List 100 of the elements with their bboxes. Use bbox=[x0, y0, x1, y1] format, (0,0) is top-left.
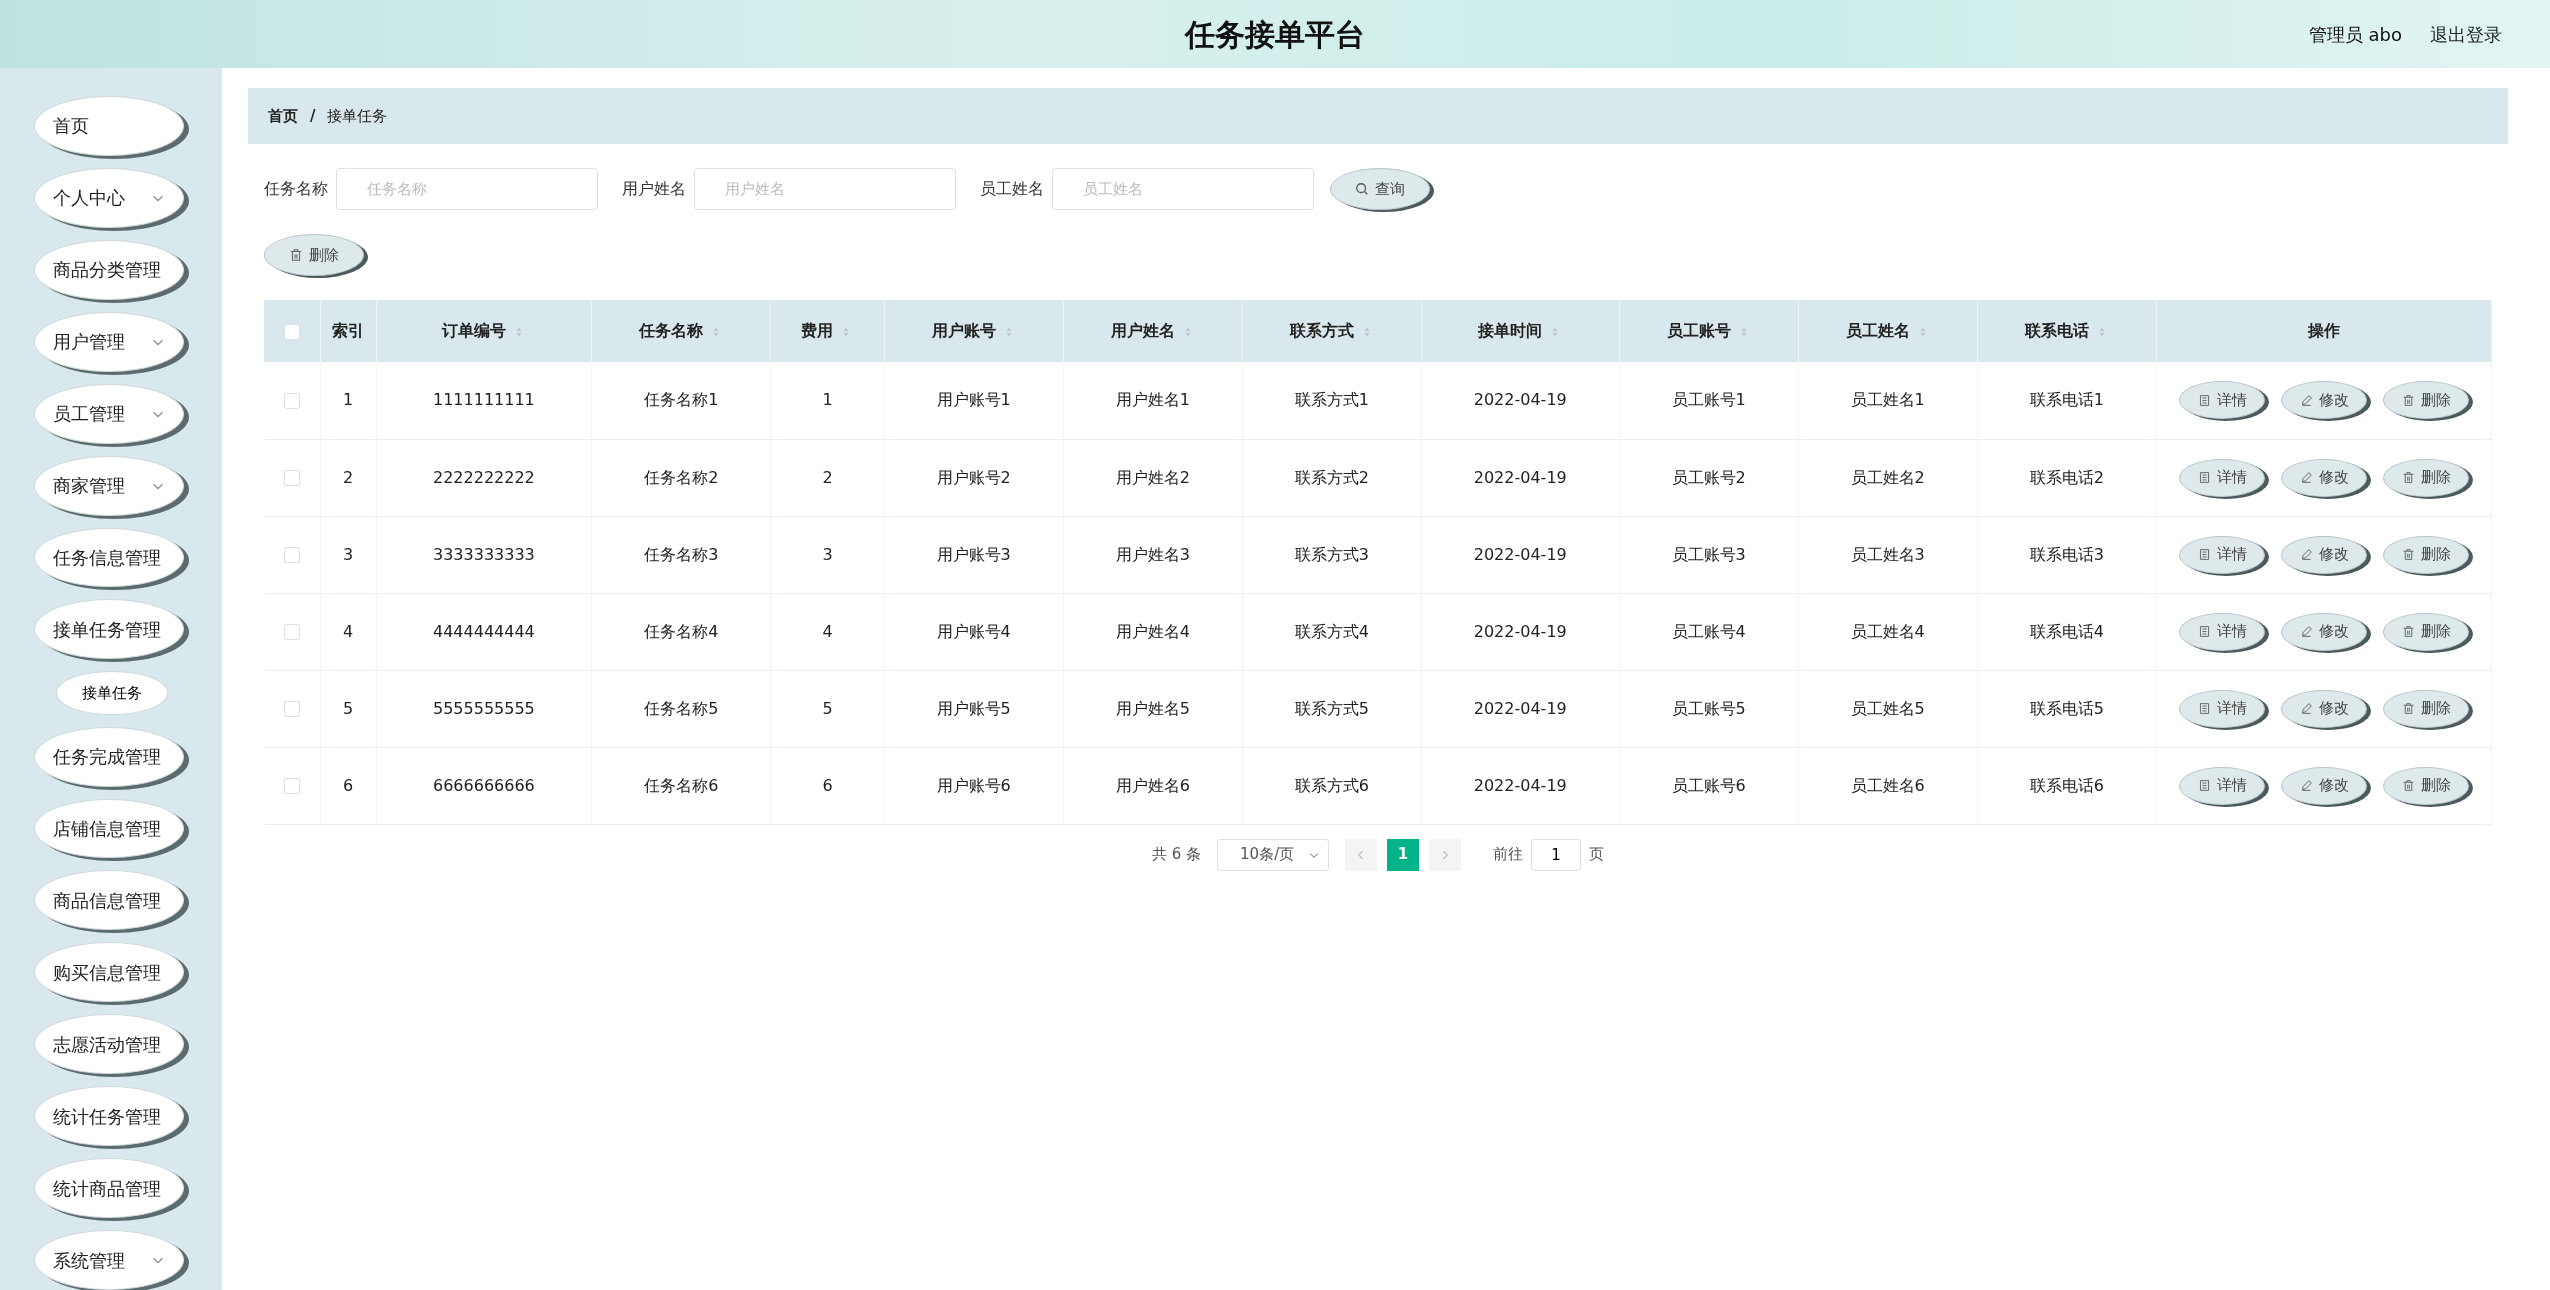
table-cell: 3 bbox=[342, 544, 354, 564]
page-number-field[interactable]: 1 bbox=[1531, 838, 1582, 871]
table-cell: 联系方式3 bbox=[1294, 544, 1369, 564]
table-cell: 2022-04-19 bbox=[1473, 544, 1567, 564]
row-checkbox[interactable] bbox=[283, 547, 300, 563]
delete-button[interactable]: 删除 bbox=[264, 234, 364, 276]
edit-button[interactable]: 修改 bbox=[2281, 612, 2367, 651]
table-cell: 联系电话3 bbox=[2029, 544, 2104, 564]
edit-button[interactable]: 修改 bbox=[2281, 381, 2367, 420]
table-cell: 联系电话4 bbox=[2029, 621, 2104, 641]
row-checkbox[interactable] bbox=[283, 392, 300, 409]
table-cell: 员工账号4 bbox=[1671, 621, 1746, 641]
delete-button[interactable]: 删除 bbox=[2383, 766, 2469, 805]
table-cell: 员工姓名4 bbox=[1850, 621, 1925, 641]
table-cell: 6 bbox=[822, 775, 833, 795]
edit-button[interactable]: 修改 bbox=[2281, 535, 2367, 574]
table-cell: 1111111111 bbox=[433, 390, 535, 410]
table-cell: 员工账号2 bbox=[1671, 467, 1746, 487]
edit-button[interactable]: 修改 bbox=[2281, 458, 2367, 497]
table-cell: 用户姓名3 bbox=[1115, 544, 1190, 564]
search-field[interactable]: 员工姓名 bbox=[1052, 168, 1314, 210]
table-cell: 2 bbox=[822, 467, 833, 487]
trash-icon bbox=[2401, 548, 2415, 561]
table-cell: 联系电话6 bbox=[2029, 775, 2104, 795]
delete-button[interactable]: 删除 bbox=[2383, 535, 2469, 574]
table-cell: 任务名称6 bbox=[644, 775, 719, 795]
table-cell: 6 bbox=[342, 775, 354, 795]
table-cell: 任务名称5 bbox=[644, 698, 719, 718]
pencil-icon bbox=[2299, 393, 2313, 407]
submenu-item[interactable]: 接单任务 bbox=[56, 671, 168, 715]
breadcrumb-item[interactable]: 首页 bbox=[268, 104, 298, 128]
row-checkbox[interactable] bbox=[283, 470, 300, 486]
table-cell: 联系方式4 bbox=[1294, 621, 1369, 641]
delete-button[interactable]: 删除 bbox=[2383, 458, 2469, 497]
column-header[interactable]: 员工姓名 bbox=[1845, 321, 1910, 340]
page-suffix: 页 bbox=[1589, 844, 1605, 866]
table-cell: 联系方式2 bbox=[1294, 467, 1369, 487]
table-cell: 3333333333 bbox=[433, 544, 535, 564]
table-cell: 员工账号6 bbox=[1671, 775, 1746, 795]
delete-button[interactable]: 删除 bbox=[2383, 381, 2469, 420]
details-button[interactable]: 详情 bbox=[2179, 689, 2265, 728]
field-label: 任务名称 bbox=[264, 178, 328, 200]
field-label: 用户姓名 bbox=[622, 178, 686, 200]
table-cell: 4 bbox=[342, 621, 354, 641]
trash-icon bbox=[289, 248, 303, 262]
column-header[interactable]: 员工账号 bbox=[1666, 321, 1731, 340]
table-cell: 2022-04-19 bbox=[1473, 390, 1567, 410]
details-button[interactable]: 详情 bbox=[2179, 766, 2265, 805]
column-header[interactable]: 用户账号 bbox=[931, 321, 996, 340]
table-cell: 用户账号1 bbox=[936, 390, 1011, 410]
column-header[interactable]: 操作 bbox=[2308, 321, 2340, 340]
table-cell: 员工姓名3 bbox=[1850, 544, 1925, 564]
table-cell: 任务名称4 bbox=[644, 621, 719, 641]
details-button[interactable]: 详情 bbox=[2179, 612, 2265, 651]
details-button[interactable]: 详情 bbox=[2179, 535, 2265, 574]
table-cell: 用户姓名1 bbox=[1115, 390, 1190, 410]
column-header[interactable]: 用户姓名 bbox=[1110, 321, 1175, 340]
table-cell: 联系电话1 bbox=[2029, 390, 2104, 410]
next-page-button[interactable] bbox=[1429, 838, 1462, 871]
page-size-select[interactable]: 10条/页 bbox=[1217, 838, 1330, 871]
row-checkbox[interactable] bbox=[283, 701, 300, 717]
table-cell: 用户账号4 bbox=[936, 621, 1011, 641]
breadcrumb-separator: / bbox=[310, 105, 316, 127]
previous-page-button[interactable] bbox=[1345, 838, 1378, 871]
delete-button[interactable]: 删除 bbox=[2383, 689, 2469, 728]
table-cell: 用户姓名4 bbox=[1115, 621, 1190, 641]
table-cell: 员工姓名5 bbox=[1850, 698, 1925, 718]
trash-icon bbox=[2401, 779, 2415, 792]
column-header[interactable]: 费用 bbox=[801, 321, 834, 340]
details-button[interactable]: 详情 bbox=[2179, 381, 2265, 420]
edit-button[interactable]: 修改 bbox=[2281, 766, 2367, 805]
table-cell: 用户姓名5 bbox=[1115, 698, 1190, 718]
column-header[interactable]: 联系方式 bbox=[1289, 321, 1354, 340]
search-field[interactable]: 任务名称 bbox=[336, 168, 598, 210]
column-header[interactable]: 索引 bbox=[332, 321, 364, 340]
table-cell: 用户账号5 bbox=[936, 698, 1011, 718]
table-cell: 用户姓名6 bbox=[1115, 775, 1190, 795]
table-cell: 1 bbox=[822, 390, 833, 410]
delete-button[interactable]: 删除 bbox=[2383, 612, 2469, 651]
search-button[interactable]: 查询 bbox=[1330, 168, 1430, 210]
row-checkbox[interactable] bbox=[283, 778, 300, 794]
search-field[interactable]: 用户姓名 bbox=[694, 168, 956, 210]
row-checkbox[interactable] bbox=[283, 624, 300, 640]
total-count: 共 6 条 bbox=[1151, 844, 1202, 866]
table-cell: 用户账号6 bbox=[936, 775, 1011, 795]
table-cell: 6666666666 bbox=[433, 775, 535, 795]
edit-button[interactable]: 修改 bbox=[2281, 689, 2367, 728]
logout-link[interactable]: 退出登录 bbox=[2430, 20, 2502, 48]
column-header[interactable]: 订单编号 bbox=[441, 321, 506, 340]
details-button[interactable]: 详情 bbox=[2179, 458, 2265, 497]
select-all-checkbox[interactable] bbox=[283, 323, 300, 340]
column-header[interactable]: 接单时间 bbox=[1478, 321, 1543, 340]
table-cell: 任务名称1 bbox=[644, 390, 719, 410]
column-header[interactable]: 联系电话 bbox=[2024, 321, 2089, 340]
table-cell: 联系方式5 bbox=[1294, 698, 1369, 718]
trash-icon bbox=[2401, 393, 2415, 407]
table-cell: 3 bbox=[822, 544, 833, 564]
column-header[interactable]: 任务名称 bbox=[639, 321, 704, 340]
table-cell: 用户账号3 bbox=[936, 544, 1011, 564]
table-cell: 2222222222 bbox=[433, 467, 535, 487]
